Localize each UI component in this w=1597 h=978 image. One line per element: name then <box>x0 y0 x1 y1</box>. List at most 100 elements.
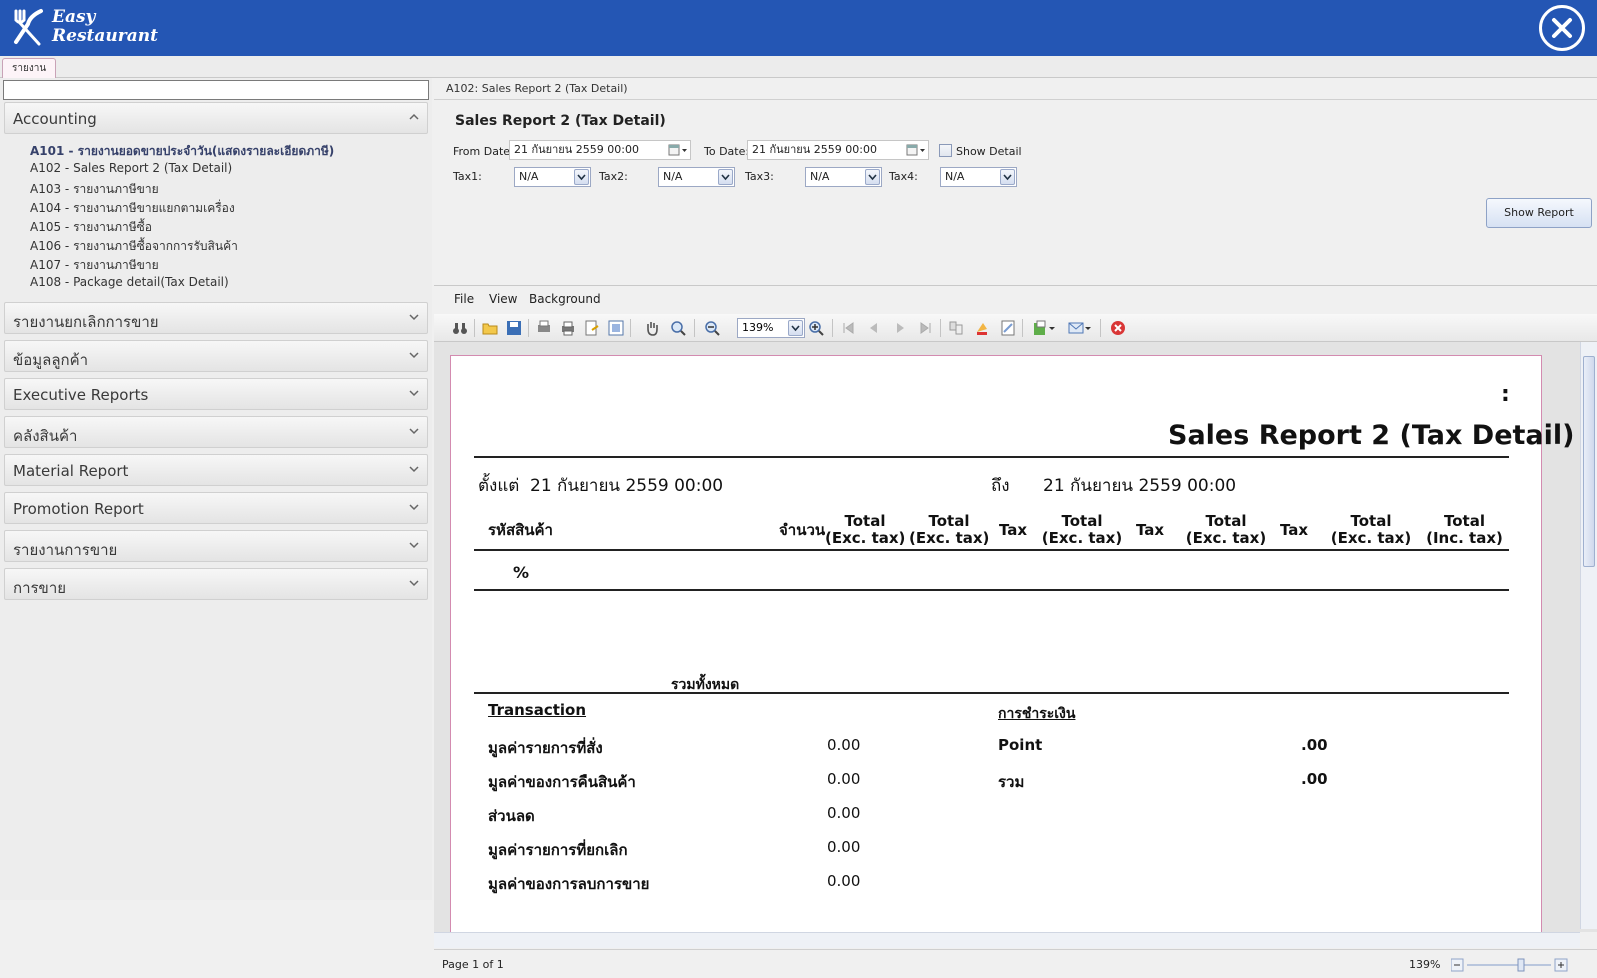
chevron-down-icon <box>409 542 419 549</box>
next-page-icon[interactable] <box>892 320 908 336</box>
app-logo: Easy Restaurant <box>10 6 158 50</box>
calendar-dropdown-icon[interactable] <box>906 143 926 157</box>
line-value-returns: 0.00 <box>827 770 861 788</box>
tax3-select[interactable]: N/A <box>805 167 882 187</box>
report-item-a107[interactable]: A107 - รายงานภาษีขาย <box>30 256 159 275</box>
to-date-value: 21 กันยายน 2559 00:00 <box>752 143 877 156</box>
report-item-a105[interactable]: A105 - รายงานภาษีซื้อ <box>30 218 152 237</box>
accordion-sales[interactable]: การขาย <box>4 568 428 600</box>
print-icon[interactable] <box>560 320 576 336</box>
accordion-customer-data[interactable]: ข้อมูลลูกค้า <box>4 340 428 372</box>
line-label-ordered: มูลค่ารายการที่สั่ง <box>488 739 603 757</box>
line-label-deleted-sales: มูลค่าของการลบการขาย <box>488 875 650 893</box>
accordion-inventory[interactable]: คลังสินค้า <box>4 416 428 448</box>
line-value-cancelled: 0.00 <box>827 838 861 856</box>
tax2-value: N/A <box>663 170 683 183</box>
search-input[interactable] <box>3 80 429 100</box>
show-detail-checkbox[interactable] <box>939 144 952 157</box>
chevron-down-icon <box>574 169 589 185</box>
chevron-down-icon[interactable] <box>1084 320 1092 336</box>
last-page-icon[interactable] <box>918 320 934 336</box>
column-header-total-4: Total (Exc. tax) <box>1185 512 1267 547</box>
percent-label: % <box>513 563 530 582</box>
breadcrumb: A102: Sales Report 2 (Tax Detail) <box>434 78 1597 100</box>
chevron-down-icon <box>409 504 419 511</box>
zoom-in-icon[interactable] <box>808 320 824 336</box>
email-icon[interactable] <box>1068 320 1084 336</box>
payment-value-total: .00 <box>1301 770 1328 788</box>
zoom-select[interactable]: 139% <box>737 318 805 338</box>
show-detail-label: Show Detail <box>956 145 1022 158</box>
report-item-a104[interactable]: A104 - รายงานภาษีขายแยกตามเครื่อง <box>30 199 235 218</box>
tax2-select[interactable]: N/A <box>658 167 735 187</box>
report-item-a108[interactable]: A108 - Package detail(Tax Detail) <box>30 275 229 289</box>
report-item-a103[interactable]: A103 - รายงานภาษีขาย <box>30 180 159 199</box>
app-header: Easy Restaurant <box>0 0 1597 56</box>
calendar-dropdown-icon[interactable] <box>668 143 688 157</box>
vertical-scrollbar[interactable] <box>1580 342 1597 929</box>
close-preview-icon[interactable] <box>1110 320 1126 336</box>
report-from-label: ตั้งแต่ <box>478 476 520 496</box>
column-header-tax-2: Tax <box>1136 521 1165 539</box>
close-app-button[interactable] <box>1539 5 1585 51</box>
line-label-returns: มูลค่าของการคืนสินค้า <box>488 773 636 791</box>
report-item-a101[interactable]: A101 - รายงานยอดขายประจำวัน(แสดงรายละเอี… <box>30 142 334 161</box>
report-item-a106[interactable]: A106 - รายงานภาษีซื้อจากการรับสินค้า <box>30 237 238 256</box>
tax4-label: Tax4: <box>889 170 918 183</box>
tax1-select[interactable]: N/A <box>514 167 591 187</box>
scale-icon[interactable] <box>608 320 624 336</box>
tax1-value: N/A <box>519 170 539 183</box>
to-date-label: To Date: <box>704 145 750 158</box>
accordion-label: การขาย <box>13 579 67 597</box>
export-icon[interactable] <box>1032 320 1048 336</box>
line-value-ordered: 0.00 <box>827 736 861 754</box>
tax3-value: N/A <box>810 170 830 183</box>
previous-page-icon[interactable] <box>866 320 882 336</box>
to-date-picker[interactable]: 21 กันยายน 2559 00:00 <box>747 140 929 160</box>
page-indicator: Page 1 of 1 <box>442 958 504 971</box>
accordion-label: รายงานยกเลิกการขาย <box>13 313 159 331</box>
from-date-picker[interactable]: 21 กันยายน 2559 00:00 <box>509 140 691 160</box>
chevron-down-icon[interactable] <box>1048 320 1056 336</box>
scrollbar-thumb[interactable] <box>1583 356 1595 567</box>
chevron-down-icon <box>1000 169 1015 185</box>
column-header-total-5: Total (Exc. tax) <box>1330 512 1412 547</box>
accordion-sales-report[interactable]: รายงานการขาย <box>4 530 428 562</box>
background-color-icon[interactable] <box>974 320 990 336</box>
open-folder-icon[interactable] <box>482 320 498 336</box>
save-icon[interactable] <box>506 320 522 336</box>
accounting-report-list: A101 - รายงานยอดขายประจำวัน(แสดงรายละเอี… <box>4 136 428 302</box>
zoom-out-icon[interactable] <box>704 320 720 336</box>
accordion-accounting[interactable]: Accounting <box>4 102 428 134</box>
first-page-icon[interactable] <box>840 320 856 336</box>
viewer-menu-bar: File View Background <box>434 288 1597 312</box>
hand-tool-icon[interactable] <box>644 320 660 336</box>
accordion-promotion-report[interactable]: Promotion Report <box>4 492 428 524</box>
menu-view[interactable]: View <box>489 292 517 306</box>
show-report-button[interactable]: Show Report <box>1486 198 1592 228</box>
print-setup-icon[interactable] <box>536 320 552 336</box>
accordion-executive-reports[interactable]: Executive Reports <box>4 378 428 410</box>
binoculars-icon[interactable] <box>452 320 468 336</box>
report-to-value: 21 กันยายน 2559 00:00 <box>1043 476 1237 496</box>
report-parameters: Sales Report 2 (Tax Detail) From Date: 2… <box>434 100 1597 286</box>
tab-reports[interactable]: รายงาน <box>2 58 57 78</box>
menu-file[interactable]: File <box>454 292 474 306</box>
menu-background[interactable]: Background <box>529 292 601 306</box>
multiple-pages-icon[interactable] <box>948 320 964 336</box>
watermark-icon[interactable] <box>1000 320 1016 336</box>
accordion-label: รายงานการขาย <box>13 541 118 559</box>
accordion-material-report[interactable]: Material Report <box>4 454 428 486</box>
magnifier-icon[interactable] <box>670 320 686 336</box>
column-header-quantity: จำนวน <box>779 521 826 539</box>
report-from-value: 21 กันยายน 2559 00:00 <box>530 476 724 496</box>
chevron-down-icon <box>409 580 419 587</box>
page-setup-icon[interactable] <box>584 320 600 336</box>
accordion-cancel-sales[interactable]: รายงานยกเลิกการขาย <box>4 302 428 334</box>
report-item-a102[interactable]: A102 - Sales Report 2 (Tax Detail) <box>30 161 232 175</box>
tax4-select[interactable]: N/A <box>940 167 1017 187</box>
accordion-accounting-label: Accounting <box>13 110 97 128</box>
horizontal-scrollbar[interactable] <box>434 932 1580 948</box>
zoom-slider[interactable] <box>1451 958 1569 972</box>
logo-line-2: Restaurant <box>52 26 158 46</box>
